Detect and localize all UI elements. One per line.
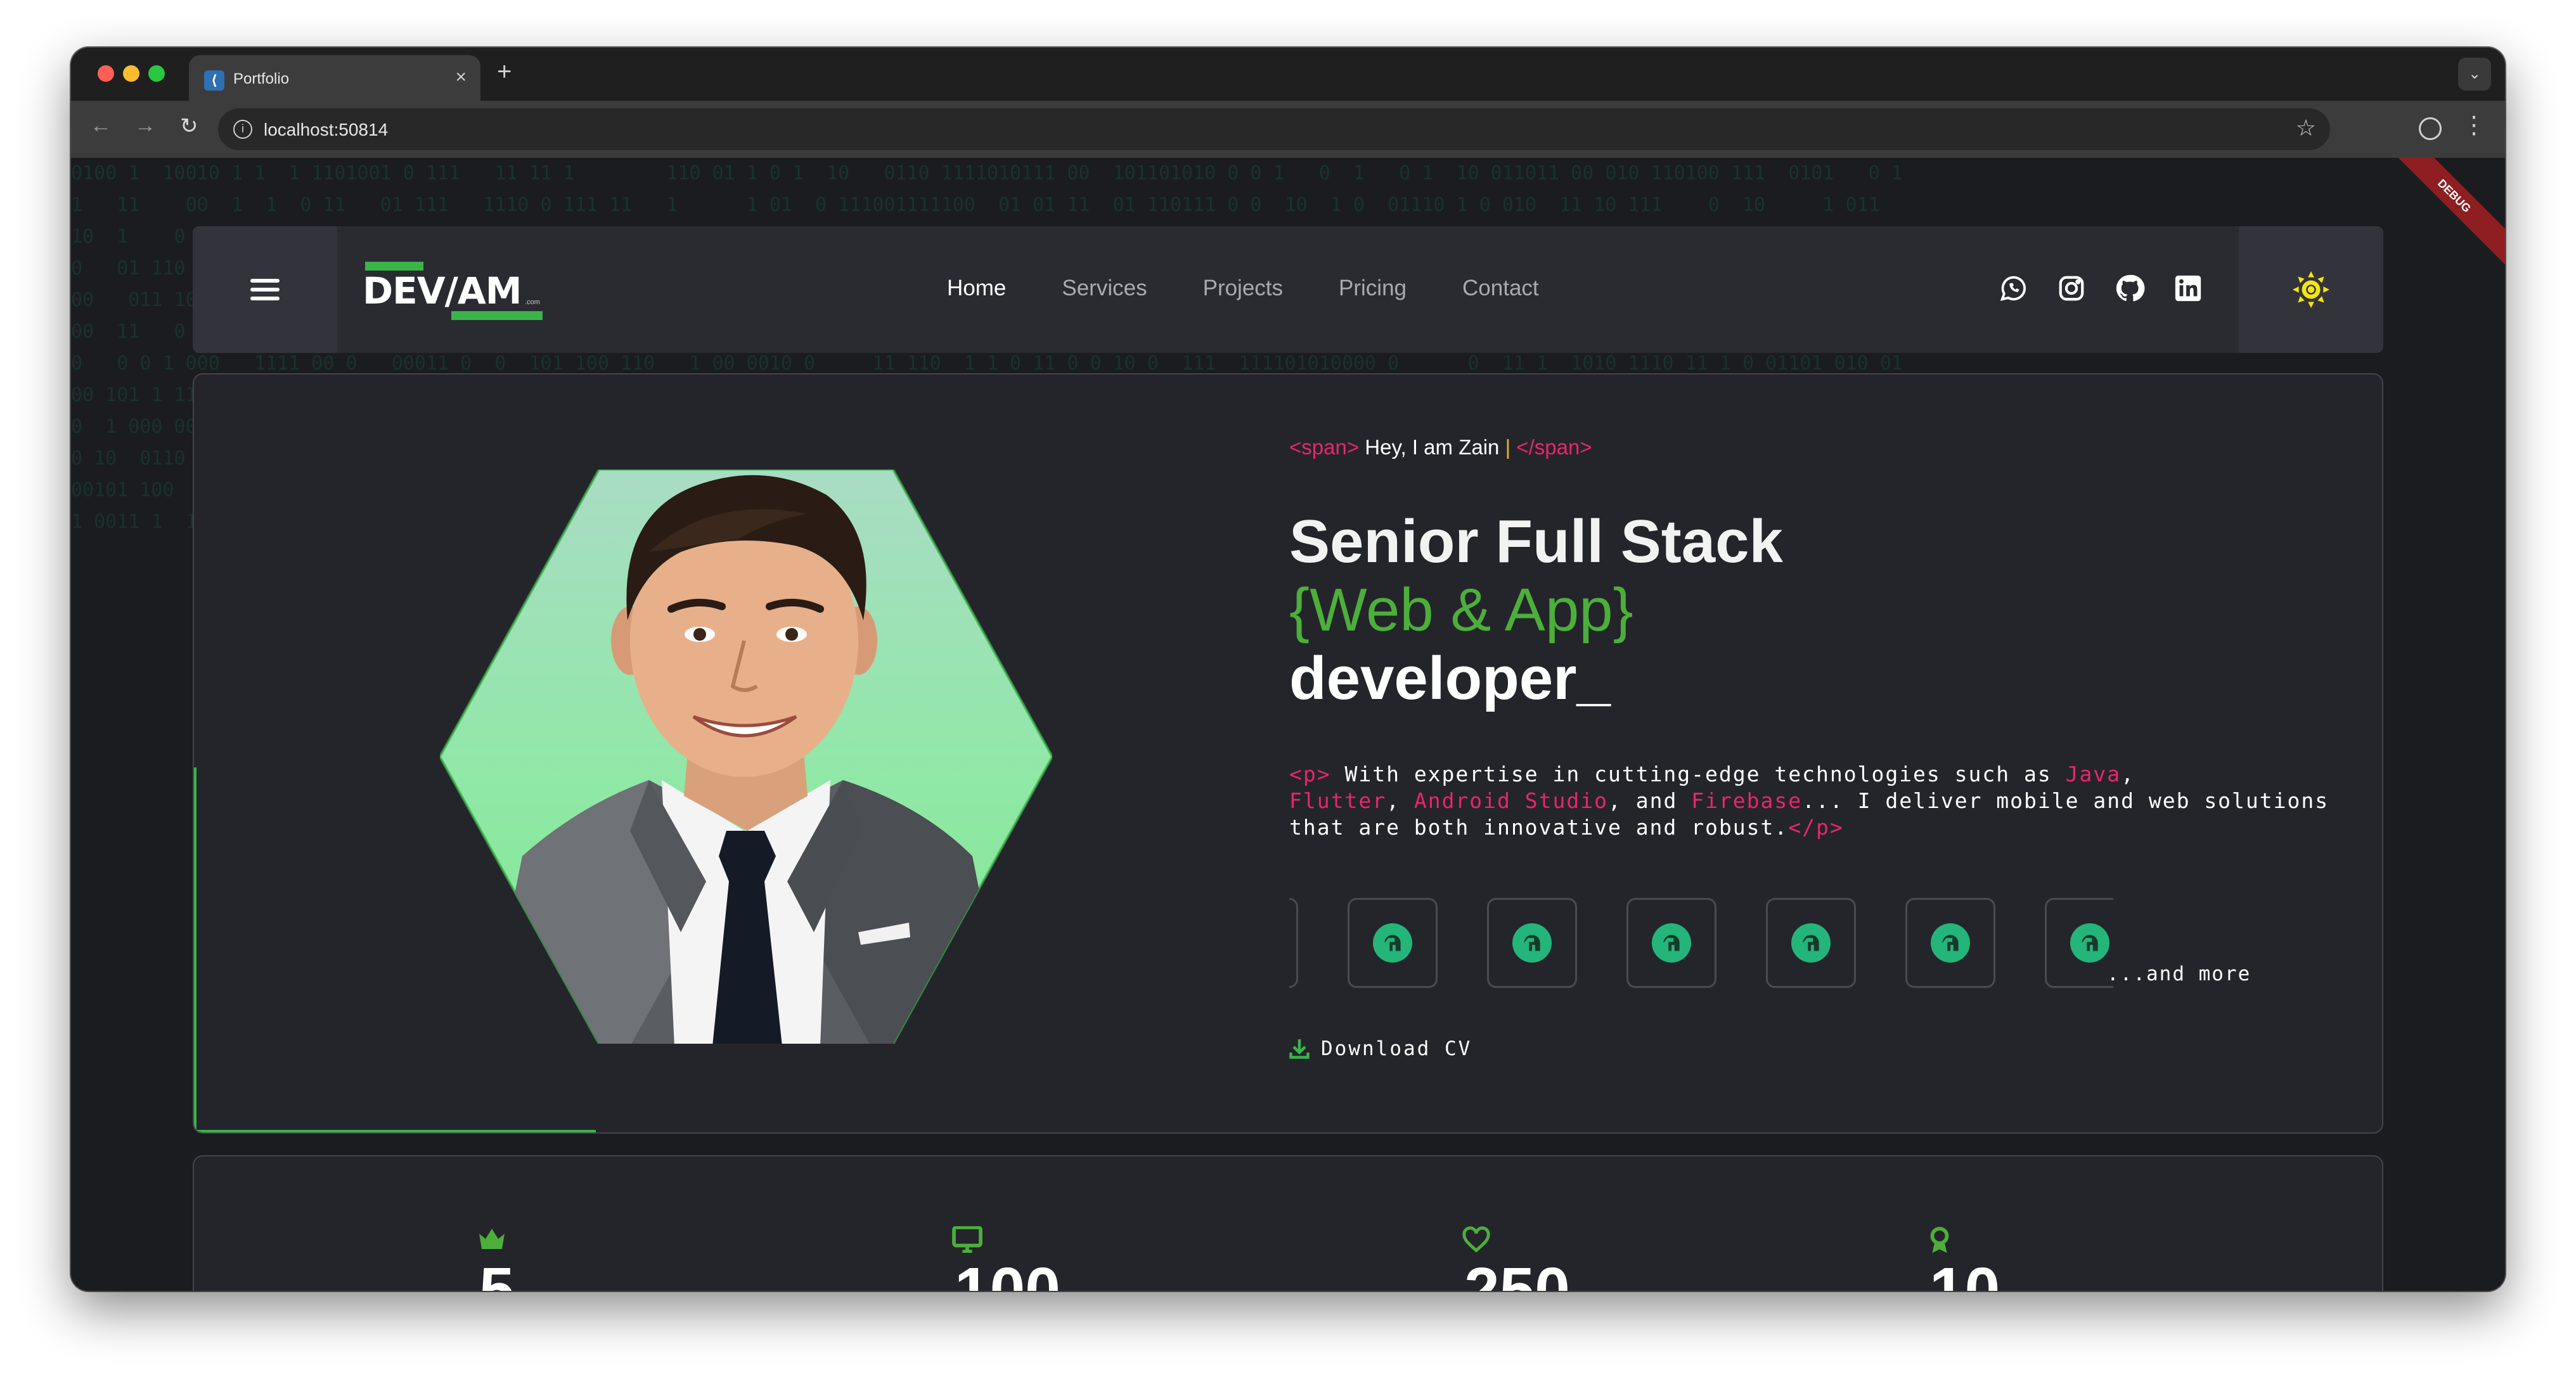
stat-awards: 10 bbox=[1927, 1226, 2000, 1291]
hero-title: Senior Full Stack {Web & App} developer_ bbox=[1289, 508, 1783, 713]
tech-icon bbox=[1931, 923, 1970, 963]
hero-description: <p> With expertise in cutting-edge techn… bbox=[1289, 761, 2367, 841]
stat-value: 10 bbox=[1929, 1255, 2000, 1291]
tech-card[interactable] bbox=[1487, 898, 1577, 988]
award-icon bbox=[1930, 1226, 1949, 1253]
forward-button[interactable]: → bbox=[134, 113, 156, 138]
browser-window: ⟨ Portfolio × + ⌄ ← → ↻ i localhost:5081… bbox=[71, 48, 2505, 1291]
tech-card[interactable] bbox=[1289, 898, 1298, 988]
site-header: DEV/AM .com Home Services Projects Prici… bbox=[193, 226, 2383, 353]
desc-comma-2: , bbox=[1386, 788, 1414, 813]
hamburger-icon bbox=[250, 274, 280, 305]
profile-photo bbox=[440, 451, 1052, 1046]
monitor-icon bbox=[952, 1226, 982, 1253]
tech-flutter: Flutter bbox=[1289, 788, 1387, 813]
profile-icon[interactable] bbox=[2419, 117, 2442, 140]
sun-icon bbox=[2293, 271, 2329, 308]
hero-accent-bottom bbox=[194, 1130, 596, 1132]
reload-button[interactable]: ↻ bbox=[180, 113, 198, 139]
minimize-window-button[interactable] bbox=[123, 65, 139, 82]
tech-card[interactable] bbox=[1905, 898, 1995, 988]
tech-icon bbox=[2070, 923, 2109, 963]
download-cv-button[interactable]: Download CV bbox=[1288, 1037, 1472, 1060]
desc-open-tag: <p> bbox=[1289, 762, 1331, 786]
typing-cursor: | bbox=[1505, 435, 1511, 459]
browser-menu-icon[interactable]: ⋮ bbox=[2462, 111, 2486, 139]
tech-icon bbox=[1652, 923, 1691, 963]
main-nav: Home Services Projects Pricing Contact bbox=[947, 276, 1539, 301]
instagram-icon[interactable] bbox=[2055, 272, 2088, 305]
social-links bbox=[1997, 272, 2205, 305]
intro-text: Hey, I am Zain bbox=[1359, 435, 1505, 459]
github-icon[interactable] bbox=[2113, 272, 2146, 305]
tab-strip: ⟨ Portfolio × + ⌄ bbox=[71, 48, 2505, 101]
tech-icon bbox=[1512, 923, 1552, 963]
whatsapp-icon[interactable] bbox=[1997, 272, 2030, 305]
download-icon bbox=[1289, 1039, 1310, 1059]
stats-section: 5 100 250 10 bbox=[193, 1155, 2383, 1291]
tech-icon bbox=[1373, 923, 1412, 963]
linkedin-icon[interactable] bbox=[2172, 272, 2205, 305]
menu-button[interactable] bbox=[193, 226, 337, 353]
tech-card[interactable] bbox=[2045, 898, 2113, 988]
download-cv-label: Download CV bbox=[1321, 1037, 1472, 1060]
theme-toggle-button[interactable] bbox=[2239, 226, 2383, 353]
title-line-1: Senior Full Stack bbox=[1289, 508, 1783, 575]
tech-card[interactable] bbox=[1626, 898, 1716, 988]
heart-icon bbox=[1462, 1226, 1490, 1253]
nav-pricing[interactable]: Pricing bbox=[1339, 276, 1407, 301]
new-tab-button[interactable]: + bbox=[497, 58, 512, 86]
person-portrait bbox=[484, 475, 1010, 1044]
desc-text-1: With expertise in cutting-edge technolog… bbox=[1330, 762, 2066, 786]
tech-firebase: Firebase bbox=[1691, 788, 1803, 813]
tech-carousel[interactable] bbox=[1289, 898, 2113, 989]
stat-experience: 5 bbox=[477, 1226, 515, 1291]
logo-suffix: .com bbox=[525, 298, 540, 306]
stat-value: 250 bbox=[1464, 1255, 1570, 1291]
bookmark-star-icon[interactable]: ☆ bbox=[2296, 115, 2316, 141]
page-viewport: 0100 1 10010 1 1 1 1101001 0 111 11 11 1… bbox=[71, 158, 2505, 1291]
close-window-button[interactable] bbox=[98, 65, 114, 82]
and-more-label: ...and more bbox=[2107, 963, 2251, 985]
crown-icon bbox=[479, 1229, 505, 1249]
flutter-favicon-icon: ⟨ bbox=[204, 70, 224, 91]
stat-value: 100 bbox=[955, 1255, 1060, 1291]
title-line-3: developer_ bbox=[1289, 644, 1611, 712]
address-bar[interactable]: i localhost:50814 ☆ bbox=[218, 108, 2330, 150]
hero-accent-left bbox=[194, 767, 196, 1132]
nav-services[interactable]: Services bbox=[1062, 276, 1147, 301]
stat-clients: 250 bbox=[1462, 1226, 1570, 1291]
tab-title: Portfolio bbox=[233, 70, 290, 87]
tab-search-button[interactable]: ⌄ bbox=[2458, 58, 2491, 91]
intro-line: <span> Hey, I am Zain | </span> bbox=[1289, 435, 1592, 459]
intro-open-tag: <span> bbox=[1289, 435, 1360, 459]
nav-projects[interactable]: Projects bbox=[1203, 276, 1283, 301]
tab-close-icon[interactable]: × bbox=[455, 67, 467, 88]
site-logo[interactable]: DEV/AM .com bbox=[363, 262, 553, 325]
tech-card[interactable] bbox=[1348, 898, 1438, 988]
nav-contact[interactable]: Contact bbox=[1462, 276, 1539, 301]
maximize-window-button[interactable] bbox=[148, 65, 165, 82]
url-text[interactable]: localhost:50814 bbox=[264, 120, 388, 140]
hero-section: <span> Hey, I am Zain | </span> Senior F… bbox=[193, 373, 2383, 1134]
stat-value: 5 bbox=[479, 1255, 515, 1291]
logo-text: DEV/AM bbox=[363, 269, 522, 312]
back-button[interactable]: ← bbox=[90, 113, 112, 138]
browser-toolbar: ← → ↻ i localhost:50814 ☆ ⋮ bbox=[71, 101, 2505, 158]
intro-close-tag: </span> bbox=[1510, 435, 1592, 459]
browser-tab[interactable]: ⟨ Portfolio × bbox=[189, 55, 480, 101]
tech-card[interactable] bbox=[1766, 898, 1856, 988]
tech-java: Java bbox=[2065, 762, 2122, 786]
title-line-2: {Web & App} bbox=[1289, 576, 1633, 644]
tech-icon bbox=[1791, 923, 1831, 963]
desc-comma-1: , bbox=[2121, 762, 2135, 786]
stat-projects: 100 bbox=[952, 1226, 1060, 1291]
tech-android-studio: Android Studio bbox=[1414, 788, 1608, 813]
desc-and: , and bbox=[1607, 788, 1692, 813]
desc-close-tag: </p> bbox=[1788, 815, 1844, 840]
nav-home[interactable]: Home bbox=[947, 276, 1006, 301]
site-info-icon[interactable]: i bbox=[233, 120, 252, 139]
